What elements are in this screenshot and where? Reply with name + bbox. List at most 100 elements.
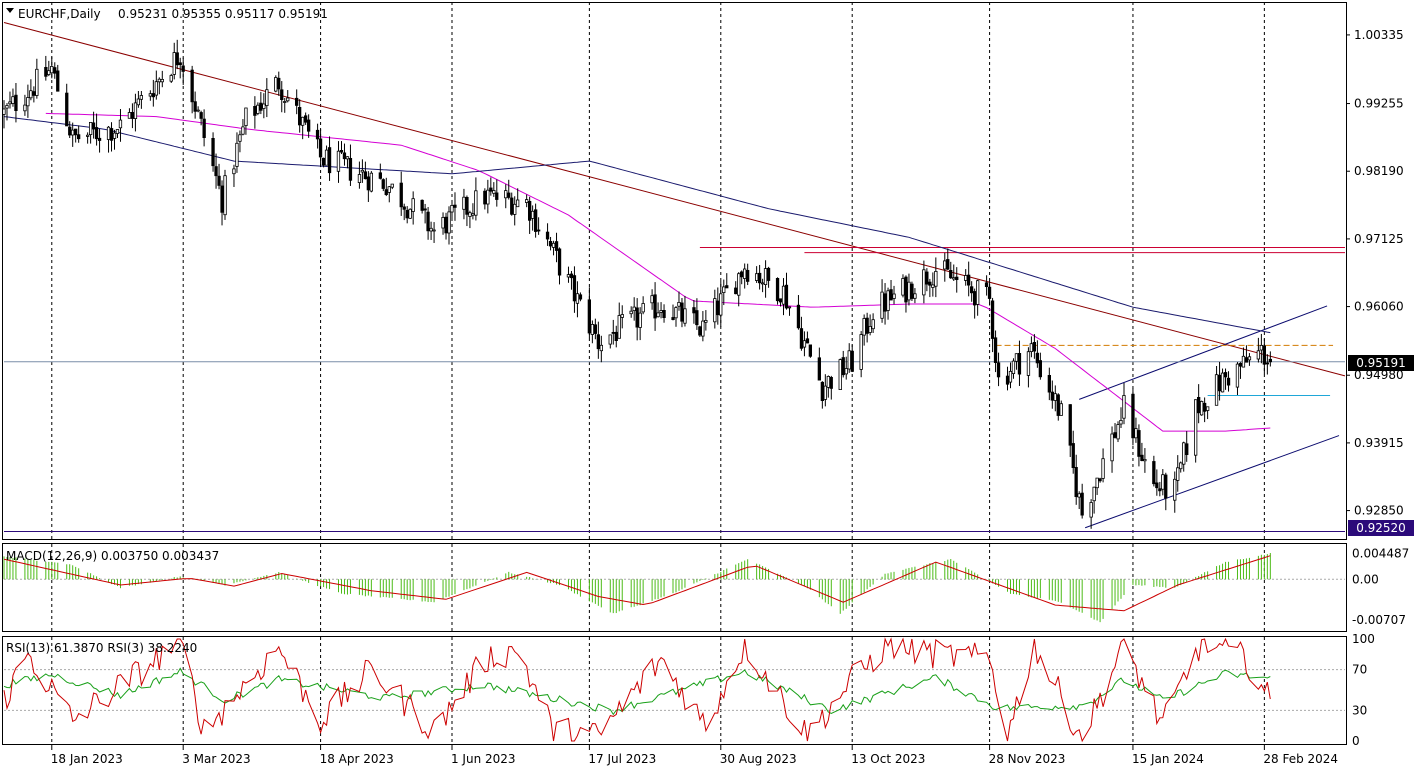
candle xyxy=(1143,448,1147,473)
candle-body xyxy=(970,286,974,294)
candle-body xyxy=(578,294,583,300)
candle-body xyxy=(300,116,305,126)
candle-body xyxy=(620,314,624,318)
candle xyxy=(766,266,771,288)
candle xyxy=(2,100,6,129)
candle-body xyxy=(844,368,848,375)
candle xyxy=(713,289,717,329)
candle-body xyxy=(1173,478,1177,501)
candle-body xyxy=(674,307,678,319)
candle xyxy=(483,188,487,210)
candle xyxy=(620,305,624,329)
candle xyxy=(306,114,311,138)
candle xyxy=(629,306,633,318)
candle xyxy=(743,263,747,289)
candle-body xyxy=(14,94,18,111)
candle xyxy=(1182,441,1186,472)
ohlc-readout: 0.95231 0.95355 0.95117 0.95191 xyxy=(118,7,328,21)
candle-body xyxy=(1059,403,1063,416)
candle xyxy=(892,285,896,305)
candle-body xyxy=(1241,355,1246,368)
candle-body xyxy=(29,90,33,99)
candle-body xyxy=(444,216,448,234)
candle xyxy=(1197,384,1201,424)
candle-body xyxy=(650,295,654,304)
candle-body xyxy=(880,291,884,319)
candle-body xyxy=(1038,360,1042,378)
candle xyxy=(889,279,893,301)
candle xyxy=(426,207,430,240)
candle-body xyxy=(775,277,780,302)
candle-body xyxy=(369,172,374,192)
candle xyxy=(133,93,138,132)
candle-body xyxy=(387,186,391,193)
candle xyxy=(901,274,905,298)
candle-body xyxy=(614,331,618,341)
candle-body xyxy=(1220,372,1225,393)
candle-body xyxy=(303,115,308,123)
candle xyxy=(160,70,164,88)
candle xyxy=(11,88,15,107)
candle xyxy=(1050,380,1054,409)
time-tick-label: 13 Oct 2023 xyxy=(851,752,925,766)
moving-averages xyxy=(3,112,1271,432)
candle xyxy=(931,272,935,297)
candle xyxy=(1179,461,1183,473)
candle-body xyxy=(587,299,591,334)
candle-body xyxy=(474,190,478,216)
candle-body xyxy=(483,190,487,205)
candle-body xyxy=(513,203,517,215)
candle xyxy=(318,129,323,168)
candle xyxy=(1214,365,1219,406)
time-axis: 18 Jan 2023 3 Mar 2023 18 Apr 2023 1 Jun 20… xyxy=(51,745,1338,766)
candle-body xyxy=(746,269,750,282)
candle xyxy=(784,272,789,310)
candle-body xyxy=(952,277,956,280)
candle-body xyxy=(196,109,200,112)
candle-body xyxy=(211,137,215,167)
candle-body xyxy=(2,108,6,115)
macd-axis: 0.004487 0.00 -0.00707 xyxy=(1352,547,1409,627)
candle-body xyxy=(641,303,645,313)
candle-body xyxy=(1244,357,1249,363)
candle xyxy=(274,75,278,93)
symbol-menu-icon[interactable] xyxy=(6,8,14,13)
candle xyxy=(638,307,642,341)
candle xyxy=(799,316,804,351)
candle xyxy=(109,122,114,152)
candle-body xyxy=(286,97,290,102)
candle-body xyxy=(339,149,344,153)
candle-body xyxy=(1200,400,1204,416)
candle xyxy=(1155,469,1159,496)
candle-body xyxy=(883,293,887,312)
candle-body xyxy=(89,122,93,136)
candle-body xyxy=(1268,358,1272,363)
candle-body xyxy=(1119,419,1123,425)
candle xyxy=(1008,362,1013,389)
price-tick-label: 1.00335 xyxy=(1354,28,1404,42)
candle xyxy=(575,281,580,318)
candle xyxy=(1176,455,1180,492)
candle-body xyxy=(1056,394,1060,416)
price-tick-label: 0.99255 xyxy=(1354,97,1404,111)
candle-body xyxy=(214,166,218,177)
candle xyxy=(1223,368,1228,390)
candle xyxy=(127,108,132,119)
candle xyxy=(277,71,281,96)
candle xyxy=(1059,400,1063,416)
candle-body xyxy=(781,285,786,305)
candle-body xyxy=(826,375,830,388)
chart-canvas[interactable]: EURCHF,Daily 0.95231 0.95355 0.95117 0.9… xyxy=(0,0,1420,771)
macd-tick-label: 0.004487 xyxy=(1352,547,1409,561)
candle-body xyxy=(740,271,744,278)
candle xyxy=(220,180,224,226)
candle-body xyxy=(629,310,633,315)
candle-body xyxy=(133,102,138,120)
candle xyxy=(868,314,872,336)
candle-body xyxy=(537,229,541,232)
candle xyxy=(1137,424,1141,467)
candle-body xyxy=(32,91,36,96)
candle xyxy=(758,264,762,290)
candle xyxy=(294,89,299,115)
candle-body xyxy=(450,204,454,213)
